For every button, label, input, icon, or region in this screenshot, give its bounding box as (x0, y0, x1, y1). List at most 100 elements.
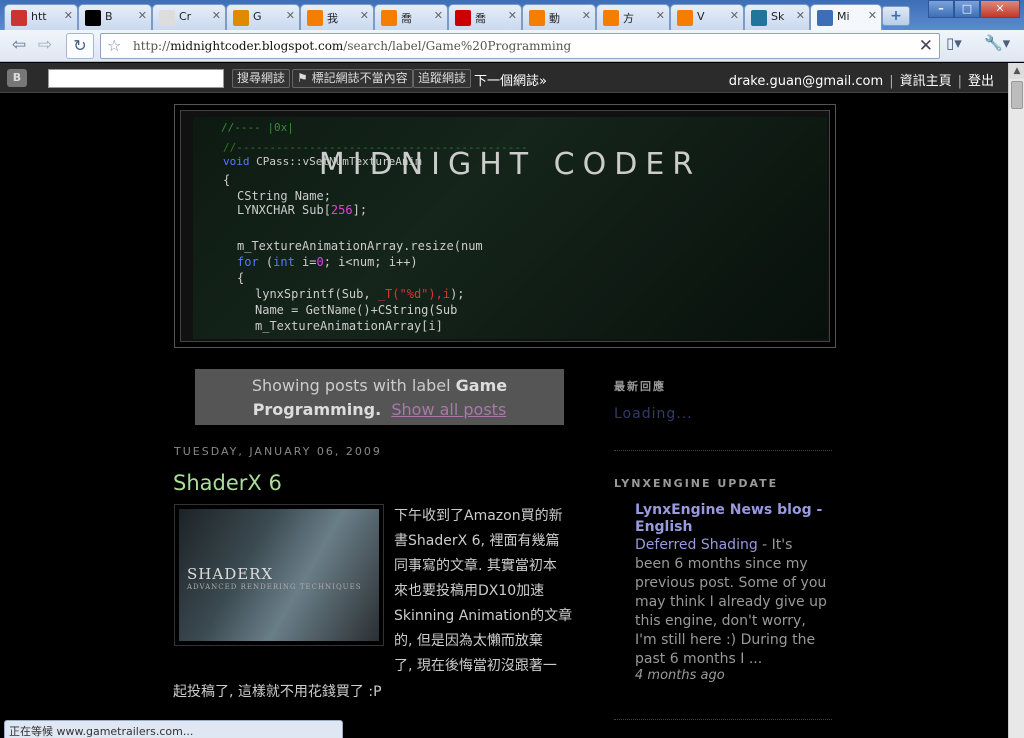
tab-title: Cr (179, 10, 192, 23)
close-window-button[interactable]: ✕ (980, 0, 1020, 18)
tab-close-icon[interactable]: ✕ (138, 9, 147, 22)
navbar-search-input[interactable] (48, 69, 224, 88)
sidebar-divider (614, 450, 832, 451)
flag-blog-label: 標記網誌不當內容 (311, 71, 408, 85)
wordpress-favicon-icon (751, 10, 767, 26)
post-image[interactable]: SHADERX ADVANCED RENDERING TECHNIQUES (174, 504, 384, 646)
tab-title: V (697, 10, 705, 23)
status-bubble: 正在等候 www.gametrailers.com... (4, 720, 343, 738)
recent-comments-heading: 最新回應 (614, 380, 666, 393)
header-code-image: //---- |0x| //--------------------------… (193, 117, 827, 339)
tab-title: htt (31, 10, 47, 23)
follow-blog-button[interactable]: 追蹤網誌 (413, 69, 472, 88)
browser-toolbar: ⇦ ⇨ ↻ ☆ http://midnightcoder.blogspot.co… (0, 30, 1024, 62)
tab-close-icon[interactable]: ✕ (64, 9, 73, 22)
blog-title[interactable]: MIDNIGHT CODER (193, 147, 827, 182)
feed-entry-link[interactable]: Deferred Shading (635, 537, 758, 553)
feed-entry-time: 4 months ago (635, 668, 725, 683)
tab-strip: htt ✕ B ✕ Cr ✕ G ✕ 我 ✕ 喬 ✕ 喬 ✕ 動 ✕ 方 ✕ V ✕ Sk ✕ Mi ✕ + – □ ✕ (0, 0, 1024, 31)
tab-close-icon[interactable]: ✕ (212, 9, 221, 22)
label-filter-notice: Showing posts with label Game Programmin… (195, 369, 564, 425)
tab-close-icon[interactable]: ✕ (286, 9, 295, 22)
browser-tab[interactable]: Sk ✕ (744, 4, 810, 30)
tab-close-icon[interactable]: ✕ (868, 9, 877, 22)
tab-close-icon[interactable]: ✕ (434, 9, 443, 22)
browser-tab[interactable]: 喬 ✕ (448, 4, 522, 30)
tools-menu-button[interactable]: 🔧▾ (984, 34, 1018, 58)
bookmark-star-icon[interactable]: ☆ (107, 36, 121, 55)
feed-entry-snippet: - It's been 6 months since my previous p… (635, 537, 827, 667)
browser-tab[interactable]: htt ✕ (4, 4, 78, 30)
browser-tab[interactable]: Mi ✕ (810, 4, 882, 31)
loading-favicon-icon (817, 10, 833, 26)
yin-yang-favicon-icon (85, 10, 101, 26)
back-arrow-icon: ⇦ (11, 35, 27, 55)
blogger-logo-icon[interactable]: B (7, 69, 27, 87)
browser-tab[interactable]: 動 ✕ (522, 4, 596, 30)
post-title[interactable]: ShaderX 6 (173, 471, 282, 495)
next-blog-link[interactable]: 下一個網誌» (474, 70, 547, 89)
yahoo-favicon-icon (455, 10, 471, 26)
rss-favicon-icon (233, 10, 249, 26)
post-line-last: 起投稿了, 這樣就不用花錢買了 :P (173, 684, 382, 700)
tab-close-icon[interactable]: ✕ (360, 9, 369, 22)
scroll-up-arrow-icon[interactable]: ▲ (1009, 63, 1024, 79)
minimize-button[interactable]: – (928, 0, 954, 18)
dashboard-link[interactable]: 資訊主頁 (900, 74, 952, 89)
tab-close-icon[interactable]: ✕ (582, 9, 591, 22)
reload-button[interactable]: ↻ (66, 33, 94, 59)
tab-title: Sk (771, 10, 785, 23)
browser-tab[interactable]: G ✕ (226, 4, 300, 30)
label-notice-prefix: Showing posts with label (251, 376, 451, 395)
browser-tab[interactable]: B ✕ (78, 4, 152, 30)
post-line: 書ShaderX 6, 裡面有幾篇 (394, 533, 560, 549)
browser-tab[interactable]: V ✕ (670, 4, 744, 30)
blogger-favicon-icon (307, 10, 323, 26)
post-line: 同事寫的文章. 其實當初本 (394, 558, 557, 574)
vertical-scrollbar[interactable]: ▲ (1008, 63, 1024, 738)
book-subtitle-text: ADVANCED RENDERING TECHNIQUES (187, 583, 362, 591)
forward-button[interactable]: ⇨ (32, 34, 58, 58)
navbar-user-links: drake.guan@gmail.com | 資訊主頁 | 登出 (728, 74, 994, 89)
search-blog-button[interactable]: 搜尋網誌 (232, 69, 291, 88)
browser-tab[interactable]: Cr ✕ (152, 4, 226, 30)
page-menu-button[interactable]: ▯▾ (946, 34, 976, 58)
post-line: 了, 現在後悔當初沒跟著一 (394, 658, 557, 674)
tab-close-icon[interactable]: ✕ (730, 9, 739, 22)
url-text[interactable]: http://midnightcoder.blogspot.com/search… (133, 39, 571, 53)
flag-icon: ⚑ (297, 71, 308, 85)
post-date: TUESDAY, JANUARY 06, 2009 (174, 445, 382, 458)
maximize-button[interactable]: □ (954, 0, 980, 18)
sign-out-link[interactable]: 登出 (968, 74, 994, 89)
blog-header: //---- |0x| //--------------------------… (174, 104, 836, 348)
tab-title: 喬 (475, 12, 486, 25)
tab-close-icon[interactable]: ✕ (656, 9, 665, 22)
sidebar-divider (614, 719, 832, 720)
scroll-thumb[interactable] (1011, 81, 1023, 109)
tab-title: Mi (837, 10, 850, 23)
post-line: 來也要投稿用DX10加速 (394, 583, 545, 599)
browser-tab[interactable]: 喬 ✕ (374, 4, 448, 30)
book-title-text: SHADERX (187, 565, 274, 583)
tab-close-icon[interactable]: ✕ (508, 9, 517, 22)
address-bar[interactable]: ☆ http://midnightcoder.blogspot.com/sear… (100, 33, 940, 59)
blogger-favicon-icon (677, 10, 693, 26)
blogger-navbar: B 搜尋網誌 ⚑ 標記網誌不當內容 追蹤網誌 下一個網誌» drake.guan… (0, 63, 1008, 93)
browser-tab[interactable]: 我 ✕ (300, 4, 374, 30)
blogger-favicon-icon (603, 10, 619, 26)
url-host: midnightcoder.blogspot.com (170, 39, 344, 53)
tab-title: B (105, 10, 113, 23)
back-button[interactable]: ⇦ (6, 34, 32, 58)
show-all-posts-link[interactable]: Show all posts (391, 400, 506, 419)
stop-icon[interactable]: ✕ (919, 36, 933, 56)
post-line: Skinning Animation的文章 (394, 608, 573, 624)
browser-tab[interactable]: 方 ✕ (596, 4, 670, 30)
new-tab-button[interactable]: + (882, 6, 910, 26)
wrench-icon: 🔧▾ (984, 34, 1011, 52)
tab-title: 方 (623, 12, 634, 25)
flag-blog-button[interactable]: ⚑ 標記網誌不當內容 (292, 69, 413, 88)
user-email: drake.guan@gmail.com (728, 74, 884, 89)
tab-close-icon[interactable]: ✕ (796, 9, 805, 22)
tab-title: 動 (549, 12, 560, 25)
feed-title-link[interactable]: LynxEngine News blog - English (635, 502, 825, 536)
